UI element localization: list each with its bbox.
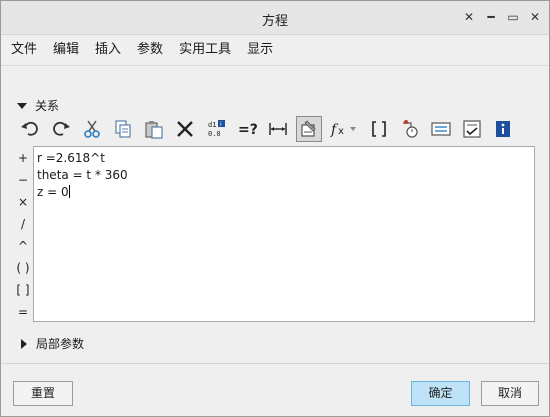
menu-close-icon[interactable]: ✕	[463, 10, 475, 24]
evaluate-button[interactable]: =?	[234, 116, 260, 142]
execute-verify-button[interactable]	[459, 116, 485, 142]
redo-icon	[53, 121, 70, 136]
sort-relations-icon	[431, 122, 451, 136]
undo-icon	[21, 121, 38, 136]
insert-dimension-button[interactable]	[265, 116, 291, 142]
cut-button[interactable]	[79, 116, 105, 142]
close-icon[interactable]: ✕	[529, 10, 541, 24]
copy-icon	[115, 120, 131, 138]
toggle-names-button[interactable]: d1 i 0.0	[203, 116, 229, 142]
relations-section-label: 关系	[35, 99, 60, 113]
svg-text:x: x	[338, 126, 344, 137]
info-icon	[496, 121, 510, 137]
operator-minus[interactable]: −	[15, 169, 31, 191]
parameter-units-icon	[301, 120, 316, 137]
dimension-icon	[269, 123, 287, 135]
title-bar: 方程 ✕ ━ ▭ ✕	[1, 1, 549, 35]
collapse-triangle-icon	[17, 102, 27, 109]
function-fx-icon: fx	[330, 122, 356, 138]
menu-divider	[1, 65, 549, 66]
paste-icon	[145, 121, 163, 139]
relation-line: theta = t * 360	[37, 168, 128, 182]
operator-palette: + − × / ^ ( ) [ ] =	[15, 147, 31, 323]
verify-button[interactable]	[397, 116, 423, 142]
expand-triangle-icon	[21, 338, 27, 349]
relations-editor[interactable]: r =2.618^t theta = t * 360 z = 0	[33, 146, 535, 322]
operator-multiply[interactable]: ×	[15, 191, 31, 213]
brackets-button[interactable]	[366, 116, 392, 142]
d1-values-icon: d1 i0.0	[208, 120, 225, 138]
brackets-icon	[372, 121, 386, 137]
operator-power[interactable]: ^	[15, 235, 31, 257]
verify-clock-icon	[403, 120, 418, 138]
sort-relations-button[interactable]	[428, 116, 454, 142]
redo-button[interactable]	[48, 116, 74, 142]
menu-display[interactable]: 显示	[247, 39, 273, 61]
local-params-section-header[interactable]: 局部参数	[21, 335, 84, 352]
operator-brackets[interactable]: [ ]	[15, 279, 31, 301]
paste-button[interactable]	[141, 116, 167, 142]
copy-button[interactable]	[110, 116, 136, 142]
equations-dialog: 方程 ✕ ━ ▭ ✕ 文件 编辑 插入 参数 实用工具 显示 关系 d1 i 0…	[0, 0, 550, 417]
ok-button[interactable]: 确定	[411, 381, 470, 406]
relations-section-header[interactable]: 关系	[17, 97, 59, 114]
cancel-button[interactable]: 取消	[481, 381, 539, 406]
insert-function-button[interactable]: fx	[327, 116, 361, 142]
operator-equals[interactable]: =	[15, 301, 31, 323]
relations-toolbar: d1 i 0.0 =? fx	[17, 116, 521, 142]
svg-text:0.0: 0.0	[208, 130, 221, 138]
relation-line: r =2.618^t	[37, 151, 105, 165]
reset-button[interactable]: 重置	[13, 381, 73, 406]
restore-icon[interactable]: ▭	[507, 10, 519, 24]
operator-plus[interactable]: +	[15, 147, 31, 169]
menu-parameters[interactable]: 参数	[137, 39, 163, 61]
scissors-icon	[84, 120, 100, 138]
parameter-units-button[interactable]	[296, 116, 322, 142]
operator-parentheses[interactable]: ( )	[15, 257, 31, 279]
info-button[interactable]	[490, 116, 516, 142]
svg-text:=?: =?	[238, 122, 257, 138]
menu-bar: 文件 编辑 插入 参数 实用工具 显示	[1, 39, 289, 61]
menu-insert[interactable]: 插入	[95, 39, 121, 61]
text-caret	[68, 185, 70, 198]
relation-line: z = 0	[37, 185, 69, 199]
menu-edit[interactable]: 编辑	[53, 39, 79, 61]
delete-icon	[177, 121, 193, 137]
delete-button[interactable]	[172, 116, 198, 142]
operator-divide[interactable]: /	[15, 213, 31, 235]
minimize-icon[interactable]: ━	[485, 10, 497, 24]
menu-file[interactable]: 文件	[11, 39, 37, 61]
svg-text:d1: d1	[208, 121, 216, 129]
footer-divider	[1, 363, 549, 364]
menu-utilities[interactable]: 实用工具	[179, 39, 231, 61]
checklist-icon	[463, 120, 481, 138]
local-params-label: 局部参数	[36, 337, 85, 351]
undo-button[interactable]	[17, 116, 43, 142]
evaluate-equals-icon: =?	[238, 122, 257, 138]
